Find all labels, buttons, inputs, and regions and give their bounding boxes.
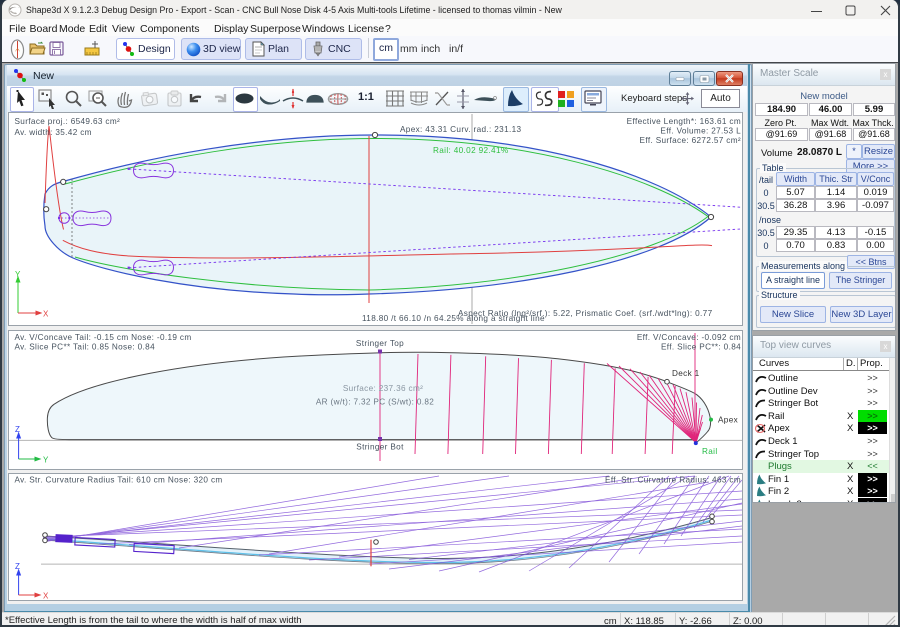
svg-text:Stringer Bot: Stringer Bot [356, 443, 404, 452]
svg-text:Effective Length*: 163.61 cm: Effective Length*: 163.61 cm [627, 117, 741, 126]
svg-text:Av. Str. Curvature Radius Tail: Av. Str. Curvature Radius Tail: 610 cm N… [15, 476, 223, 485]
svg-text:Surface: 237.36 cm²: Surface: 237.36 cm² [343, 384, 423, 393]
svg-text:X: X [43, 592, 49, 601]
svg-text:Aspect Ratio (lng²/srf.): 5.2: Aspect Ratio (lng²/srf.): 5.22, Prismati… [458, 309, 713, 318]
svg-text:Apex: 43.31 Curv. rad.: 231.13: Apex: 43.31 Curv. rad.: 231.13 [400, 125, 521, 134]
svg-text:Av. V/Concave Tail: -0.15 cm N: Av. V/Concave Tail: -0.15 cm Nose: -0.19… [15, 333, 192, 342]
svg-text:Y: Y [15, 270, 21, 279]
svg-text:Stringer Top: Stringer Top [356, 339, 404, 348]
svg-text:AR (w/t): 7.32 PC (S/wt): 0.82: AR (w/t): 7.32 PC (S/wt): 0.82 [316, 398, 434, 407]
svg-text:X: X [43, 310, 49, 319]
svg-text:Z: Z [15, 425, 20, 434]
svg-text:Deck 1: Deck 1 [672, 369, 700, 378]
svg-text:Eff. Str. Curvature Radius: 46: Eff. Str. Curvature Radius: 463 cm [605, 476, 741, 485]
svg-text:Surface proj.: 6549.63 cm²: Surface proj.: 6549.63 cm² [15, 117, 121, 126]
svg-text:Eff. Surface: 6272.57 cm²: Eff. Surface: 6272.57 cm² [640, 136, 741, 145]
svg-text:Rail: Rail [702, 447, 718, 456]
svg-text:Y: Y [43, 456, 49, 465]
svg-text:Eff. Volume: 27.53 L: Eff. Volume: 27.53 L [660, 127, 741, 136]
svg-text:Z: Z [15, 562, 20, 571]
svg-text:Av. width: 35.42 cm: Av. width: 35.42 cm [15, 128, 92, 137]
svg-text:Rail: 40.02 92.41%: Rail: 40.02 92.41% [433, 146, 509, 155]
svg-text:Av. Slice PC** Tail: 0.85 Nos: Av. Slice PC** Tail: 0.85 Nose: 0.84 [15, 343, 156, 352]
svg-text:Eff. Slice PC**: 0.84: Eff. Slice PC**: 0.84 [661, 343, 741, 352]
svg-text:Eff. V/Concave: -0.092 cm: Eff. V/Concave: -0.092 cm [637, 333, 741, 342]
svg-text:Apex: Apex [718, 416, 738, 425]
